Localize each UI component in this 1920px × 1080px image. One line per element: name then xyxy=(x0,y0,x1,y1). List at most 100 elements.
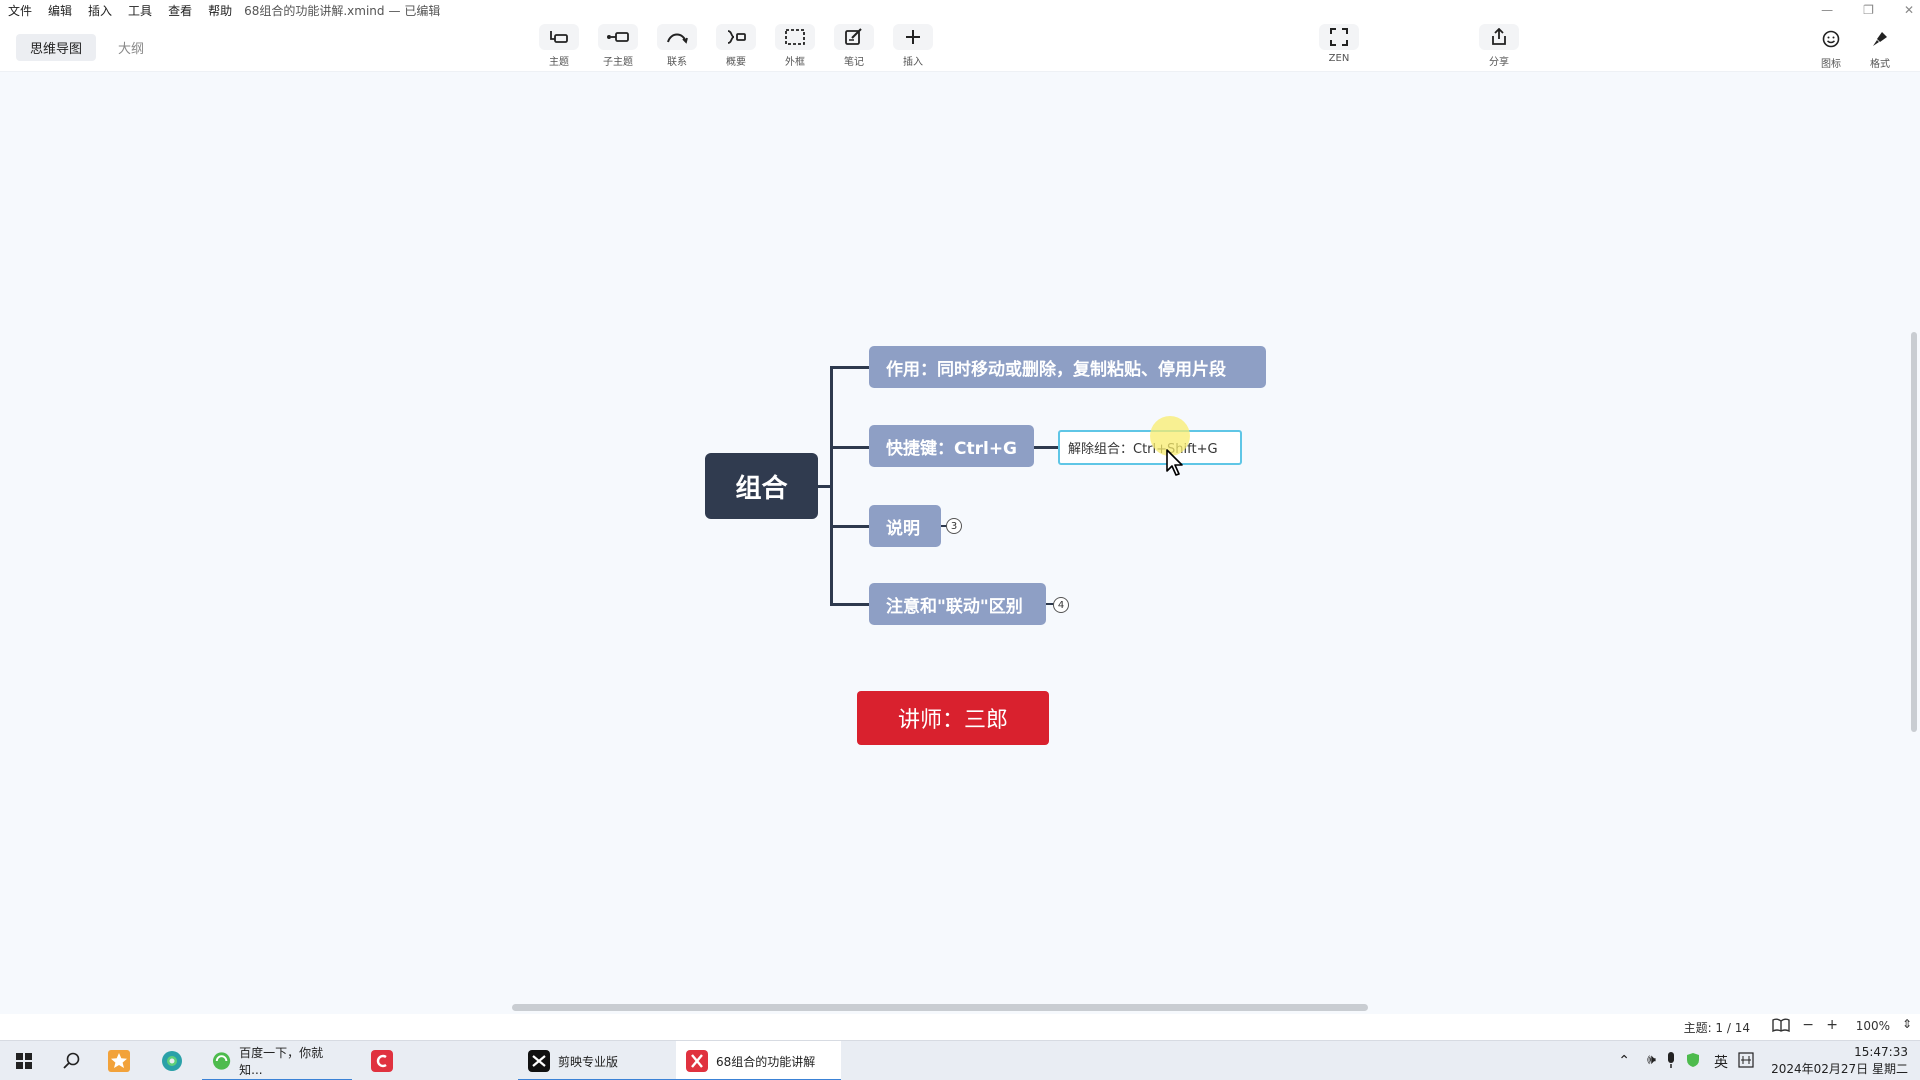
plus-icon xyxy=(893,24,933,50)
topic-shortcut[interactable]: 快捷键：Ctrl+G xyxy=(869,425,1034,467)
horizontal-scrollbar[interactable] xyxy=(0,1000,1908,1014)
document-status: — 已编辑 xyxy=(388,3,441,18)
summary-icon xyxy=(716,24,756,50)
insert-button[interactable]: 插入 xyxy=(888,24,938,70)
note-label: 笔记 xyxy=(844,57,864,68)
topic-icon xyxy=(539,24,579,50)
jianying-icon xyxy=(528,1050,550,1072)
restore-icon[interactable]: ❐ xyxy=(1863,3,1874,17)
status-bar: 主题: 1 / 14 − + 100% ⇕ xyxy=(0,1014,1920,1040)
windows-start-icon[interactable] xyxy=(12,1049,36,1073)
connector-topic-1 xyxy=(830,366,870,369)
chevron-up-icon[interactable]: ⌃ xyxy=(1618,1053,1630,1069)
taskbar-app-label: 68组合的功能讲解 xyxy=(716,1054,816,1069)
taskbar-app-label: 剪映专业版 xyxy=(558,1054,619,1069)
boundary-label: 外框 xyxy=(785,57,805,68)
search-icon[interactable] xyxy=(60,1049,84,1073)
collapsed-count-badge[interactable]: 4 xyxy=(1053,597,1069,613)
menu-insert[interactable]: 插入 xyxy=(80,2,120,19)
connector-topic-4 xyxy=(830,603,870,606)
menu-help[interactable]: 帮助 xyxy=(200,2,240,19)
mindmap-canvas[interactable] xyxy=(0,72,1908,1004)
relationship-icon xyxy=(657,24,697,50)
connector-spine xyxy=(830,367,833,605)
browser-icon xyxy=(212,1052,231,1070)
topic-button[interactable]: 主题 xyxy=(534,24,584,70)
smiley-icon xyxy=(1811,26,1851,52)
zen-label: ZEN xyxy=(1328,53,1350,64)
zoom-out-button[interactable]: − xyxy=(1802,1017,1814,1033)
subtopic-button[interactable]: 子主题 xyxy=(593,24,643,70)
share-icon xyxy=(1479,24,1519,50)
menu-bar: 文件 编辑 插入 工具 查看 帮助 68组合的功能讲解.xmind — 已编辑 … xyxy=(0,0,1920,20)
summary-button[interactable]: 概要 xyxy=(711,24,761,70)
taskbar-app-label: 百度一下，你就知... xyxy=(239,1046,324,1077)
note-icon xyxy=(834,24,874,50)
vertical-scrollbar[interactable] xyxy=(1908,72,1920,1004)
subtopic-label: 子主题 xyxy=(603,57,633,68)
red-c-app-icon[interactable] xyxy=(370,1049,394,1073)
share-label: 分享 xyxy=(1489,57,1509,68)
share-button[interactable]: 分享 xyxy=(1474,24,1524,70)
menu-tools[interactable]: 工具 xyxy=(120,2,160,19)
format-panel-button[interactable]: 格式 xyxy=(1855,26,1905,72)
edge-dev-browser-icon[interactable] xyxy=(160,1049,184,1073)
menu-view[interactable]: 查看 xyxy=(160,2,200,19)
vertical-scroll-thumb[interactable] xyxy=(1911,332,1917,732)
instructor-label[interactable]: 讲师：三郎 xyxy=(857,691,1049,745)
taskbar: 百度一下，你就知... 剪映专业版 68组合的功能讲解 ⌃ 🕪 英 15:47:… xyxy=(0,1040,1920,1080)
relationship-button[interactable]: 联系 xyxy=(652,24,702,70)
icon-panel-label: 图标 xyxy=(1821,59,1841,70)
topic-difference[interactable]: 注意和"联动"区别 xyxy=(869,583,1046,625)
tab-outline[interactable]: 大纲 xyxy=(104,34,158,61)
fullscreen-icon xyxy=(1319,24,1359,50)
central-topic[interactable]: 组合 xyxy=(705,453,818,519)
connector-topic-2 xyxy=(830,446,870,449)
shield-icon[interactable] xyxy=(1686,1052,1700,1072)
topic-function[interactable]: 作用：同时移动或删除，复制粘贴、停用片段 xyxy=(869,346,1266,388)
icon-panel-button[interactable]: 图标 xyxy=(1806,26,1856,72)
book-icon[interactable] xyxy=(1772,1018,1790,1035)
ime-language-indicator[interactable]: 英 xyxy=(1714,1052,1728,1072)
view-tabs: 思维导图 大纲 xyxy=(16,34,158,61)
window-controls: — ❐ ✕ xyxy=(1821,0,1914,20)
topic-description[interactable]: 说明 xyxy=(869,505,941,547)
summary-label: 概要 xyxy=(726,57,746,68)
subtopic-icon xyxy=(598,24,638,50)
connector-subtopic xyxy=(1034,446,1058,449)
note-button[interactable]: 笔记 xyxy=(829,24,879,70)
document-title: 68组合的功能讲解.xmind xyxy=(244,3,385,18)
taskbar-app-xmind[interactable]: 68组合的功能讲解 xyxy=(676,1041,841,1080)
mouse-pointer-icon xyxy=(1166,449,1183,476)
favorites-app-icon[interactable] xyxy=(107,1049,131,1073)
taskbar-app-baidu[interactable]: 百度一下，你就知... xyxy=(202,1041,352,1080)
format-panel-label: 格式 xyxy=(1870,59,1890,70)
system-clock[interactable]: 15:47:33 2024年02月27日 星期二 xyxy=(1771,1044,1908,1078)
xmind-icon xyxy=(686,1050,708,1072)
relationship-label: 联系 xyxy=(667,57,687,68)
zoom-in-button[interactable]: + xyxy=(1826,1017,1838,1033)
close-icon[interactable]: ✕ xyxy=(1904,3,1914,17)
topic-label: 主题 xyxy=(549,57,569,68)
zoom-level[interactable]: 100% xyxy=(1856,1019,1890,1033)
microphone-icon[interactable] xyxy=(1666,1051,1676,1073)
boundary-button[interactable]: 外框 xyxy=(770,24,820,70)
topic-count: 主题: 1 / 14 xyxy=(1683,1021,1750,1035)
minimize-icon[interactable]: — xyxy=(1821,3,1833,17)
menu-file[interactable]: 文件 xyxy=(0,2,40,19)
menu-edit[interactable]: 编辑 xyxy=(40,2,80,19)
connector-topic-3 xyxy=(830,525,870,528)
horizontal-scroll-thumb[interactable] xyxy=(512,1004,1368,1011)
brush-icon xyxy=(1860,26,1900,52)
ime-mode-icon[interactable] xyxy=(1738,1052,1754,1072)
zen-button[interactable]: ZEN xyxy=(1314,24,1364,70)
speaker-icon[interactable]: 🕪 xyxy=(1647,1052,1656,1068)
toolbar: 思维导图 大纲 主题 子主题 联系 概要 外框 笔记 插入 ZEN 分享 图标 … xyxy=(0,20,1920,72)
collapsed-count-badge[interactable]: 3 xyxy=(946,518,962,534)
clock-date: 2024年02月27日 星期二 xyxy=(1771,1062,1908,1076)
zoom-stepper-icon[interactable]: ⇕ xyxy=(1902,1017,1912,1031)
tab-mindmap[interactable]: 思维导图 xyxy=(16,34,97,61)
taskbar-app-jianying[interactable]: 剪映专业版 xyxy=(518,1041,676,1080)
boundary-icon xyxy=(775,24,815,50)
insert-label: 插入 xyxy=(903,57,923,68)
